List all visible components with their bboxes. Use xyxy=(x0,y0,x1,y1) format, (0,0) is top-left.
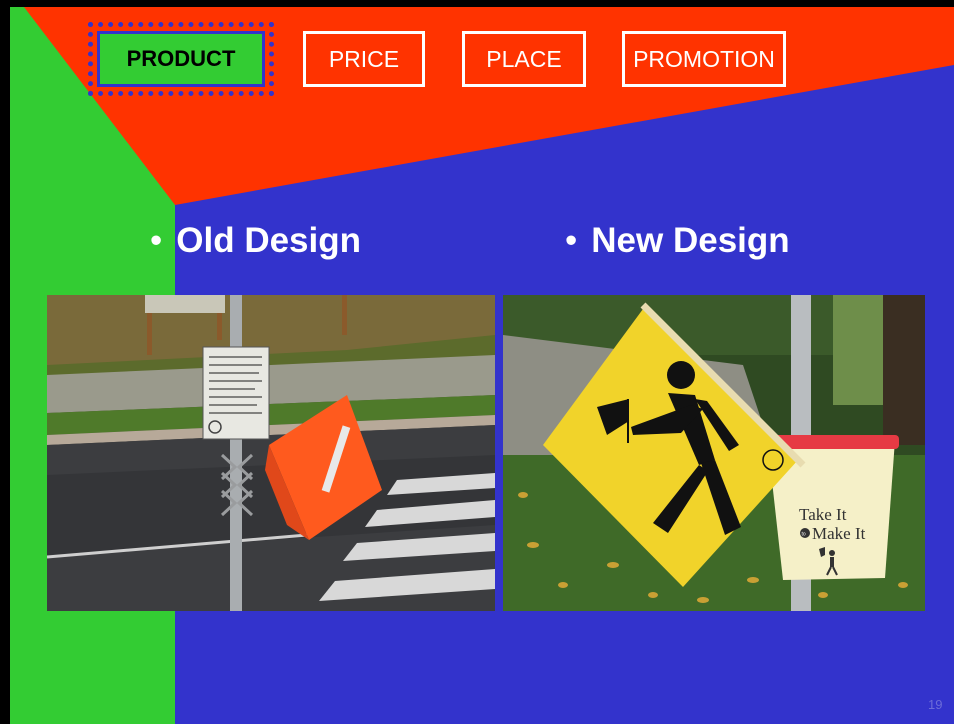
slide: PRODUCT PRICE PLACE PROMOTION • Old Desig… xyxy=(10,7,954,724)
bullet-old-design: • Old Design xyxy=(150,221,361,261)
page-number: 19 xyxy=(928,697,943,712)
bullet-marker: • xyxy=(565,221,578,260)
tab-place[interactable]: PLACE xyxy=(462,31,586,87)
bucket-text-line2: Make It xyxy=(812,524,866,543)
old-design-photo xyxy=(47,295,495,611)
new-design-photo: Take It to Make It xyxy=(503,295,925,611)
bullet-new-label: New Design xyxy=(591,221,790,260)
bullet-new-design: • New Design xyxy=(565,221,790,261)
bullet-marker: • xyxy=(150,221,163,260)
tab-price[interactable]: PRICE xyxy=(303,31,425,87)
tab-product[interactable]: PRODUCT xyxy=(88,22,274,96)
tab-promotion[interactable]: PROMOTION xyxy=(622,31,786,87)
bucket-text-line1: Take It xyxy=(799,505,847,524)
bucket-text-small: to xyxy=(802,532,806,538)
bullet-old-label: Old Design xyxy=(176,221,362,260)
